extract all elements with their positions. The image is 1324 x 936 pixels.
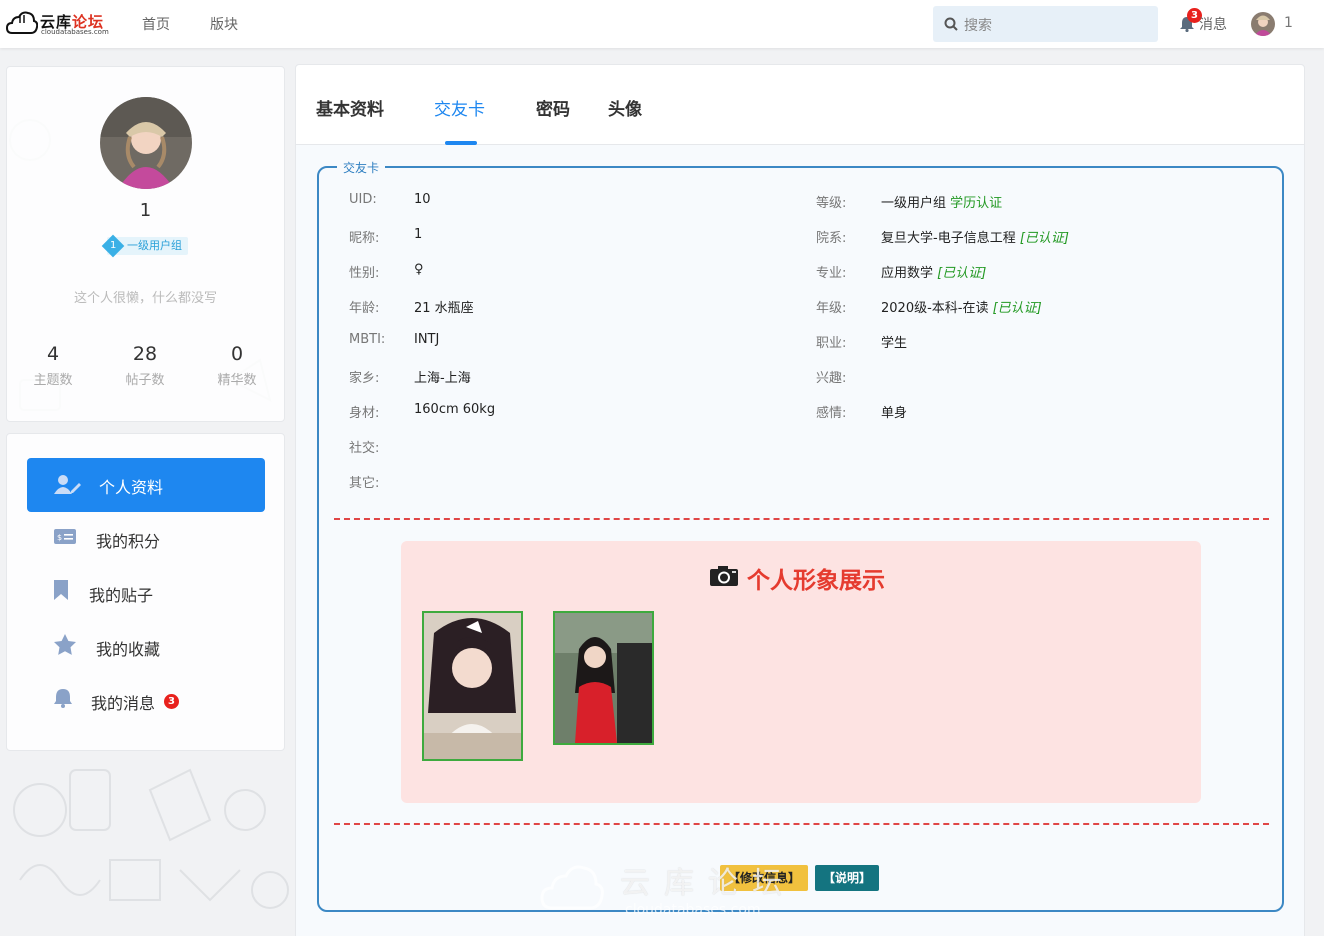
education-verified-tag: 学历认证: [950, 196, 1003, 211]
bell-icon: [54, 689, 72, 708]
menu-favorites[interactable]: 我的收藏: [27, 620, 265, 674]
tab-basic-info[interactable]: 基本资料: [316, 95, 384, 120]
nav-home[interactable]: 首页: [142, 14, 170, 34]
site-logo[interactable]: 云库论坛 cloudatabases.com: [6, 8, 109, 40]
cloud-logo-icon: [6, 11, 38, 34]
profile-signature: 这个人很懒，什么都没写: [73, 291, 217, 306]
profile-name: 1: [139, 200, 152, 221]
camera-icon: [710, 566, 738, 586]
divider-bottom: [334, 823, 1269, 825]
dating-card-fieldset: 交友卡 UID: 10 昵称: 1 性别: ♀ 年龄: 21 水瓶座 MBTI: INTJ…: [317, 159, 1284, 912]
menu-messages-badge: 3: [164, 694, 179, 709]
top-navbar: 云库论坛 cloudatabases.com 首页 版块 搜索 3 消息 1: [0, 0, 1324, 48]
profile-avatar[interactable]: [100, 97, 192, 189]
active-tab-indicator: [445, 141, 477, 145]
user-edit-icon: [54, 475, 81, 494]
user-group-badge: 1 一级用户组: [101, 234, 188, 258]
stat-topics[interactable]: 4 主题数: [13, 343, 93, 388]
messages-label: 消息: [1199, 17, 1227, 33]
photo-showcase: 个人形象展示: [401, 541, 1201, 803]
bookmark-icon: [54, 580, 68, 600]
username[interactable]: 1: [1284, 15, 1293, 31]
edit-info-button[interactable]: 【修改信息】: [720, 865, 809, 891]
search-box[interactable]: 搜索: [933, 6, 1158, 42]
stat-posts[interactable]: 28 帖子数: [105, 343, 185, 388]
user-avatar[interactable]: [1251, 12, 1275, 36]
logo-url: cloudatabases.com: [41, 28, 109, 36]
group-level: 1: [110, 240, 117, 251]
stat-featured[interactable]: 0 精华数: [197, 343, 277, 388]
menu-profile[interactable]: 个人资料: [27, 458, 265, 512]
user-menu: 个人资料 $ 我的积分 我的贴子 我的收藏 我的消息 3: [6, 433, 285, 751]
menu-messages[interactable]: 我的消息 3: [27, 674, 265, 728]
fieldset-legend: 交友卡: [337, 159, 386, 176]
tab-avatar[interactable]: 头像: [608, 95, 642, 120]
tab-dating-card[interactable]: 交友卡: [434, 95, 485, 120]
tab-bar: 基本资料 交友卡 密码 头像: [296, 65, 1304, 145]
search-placeholder: 搜索: [964, 18, 992, 34]
svg-text:$: $: [57, 533, 62, 542]
nav-boards[interactable]: 版块: [210, 14, 238, 34]
profile-card: 1 1 一级用户组 这个人很懒，什么都没写 4 主题数 28 帖子数 0 精华数: [6, 66, 285, 422]
main-panel: 基本资料 交友卡 密码 头像 交友卡 UID: 10 昵称: 1 性别: ♀ 年龄: 2…: [295, 64, 1305, 936]
showcase-photo[interactable]: [422, 611, 523, 761]
wallet-icon: $: [54, 529, 76, 544]
search-icon: [944, 17, 958, 31]
menu-points[interactable]: $ 我的积分: [27, 512, 265, 566]
help-button[interactable]: 【说明】: [815, 865, 880, 891]
menu-posts[interactable]: 我的贴子: [27, 566, 265, 620]
tab-password[interactable]: 密码: [536, 95, 570, 120]
showcase-photo[interactable]: [553, 611, 654, 745]
star-icon: [54, 634, 76, 655]
group-label: 一级用户组: [127, 239, 182, 252]
divider-top: [334, 518, 1269, 520]
